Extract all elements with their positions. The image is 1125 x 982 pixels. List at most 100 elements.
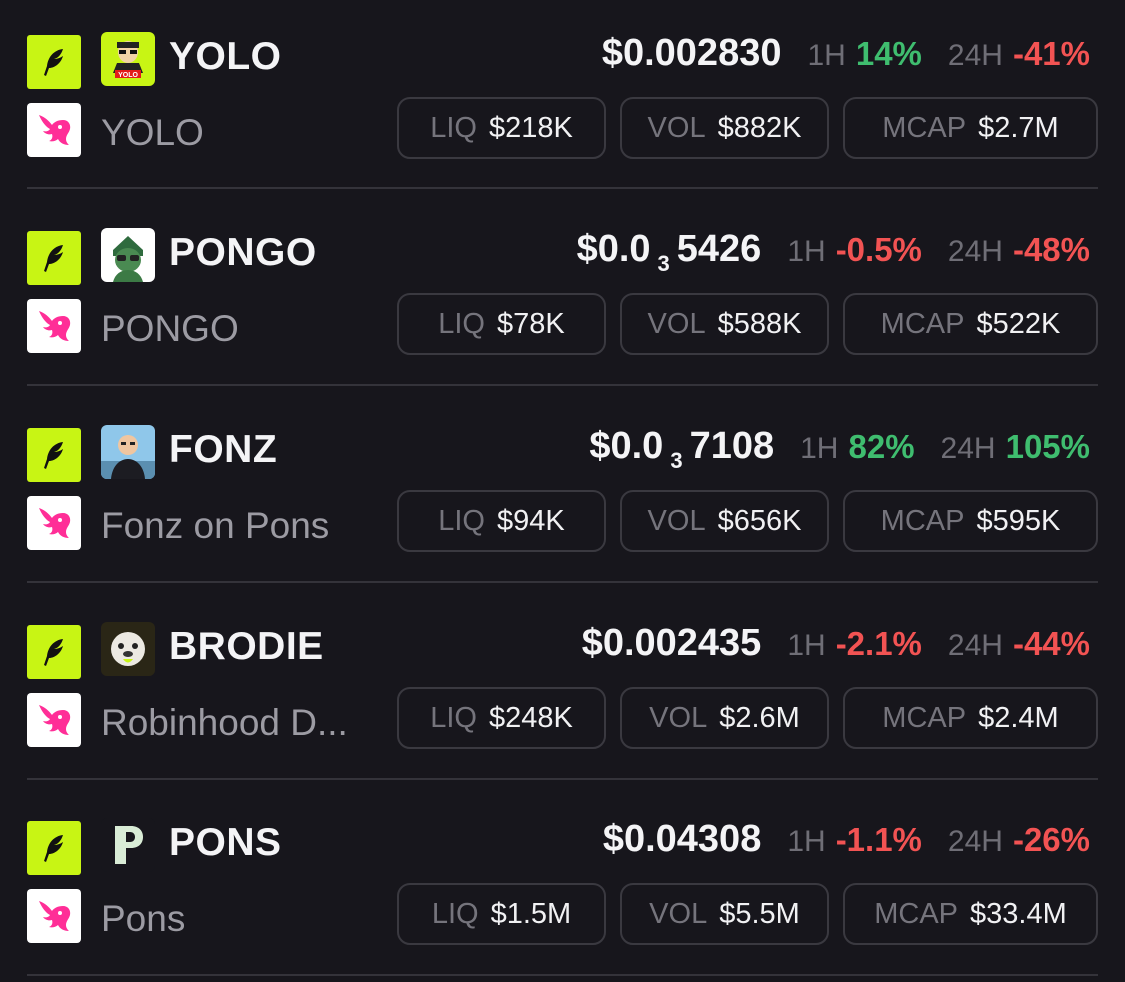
divider — [27, 778, 1098, 780]
feather-icon — [27, 231, 81, 285]
liq-label: LIQ — [430, 111, 477, 144]
brodie-avatar — [101, 622, 155, 676]
change-24h: -41% — [1012, 35, 1090, 72]
change-24h: 105% — [1005, 428, 1090, 465]
change-1h: -1.1% — [835, 821, 922, 858]
change-1h: -2.1% — [835, 625, 922, 662]
liq-value: $1.5M — [490, 897, 572, 930]
liq-value: $78K — [497, 307, 565, 340]
vol-value: $588K — [717, 307, 802, 340]
feather-icon — [27, 821, 81, 875]
vol-value: $656K — [717, 504, 802, 537]
timeframe-1h-label: 1H — [787, 629, 826, 662]
feather-icon — [27, 35, 81, 89]
pongo-avatar — [101, 228, 155, 282]
change-24h: -26% — [1012, 821, 1090, 858]
token-row[interactable]: YOLO YOLO YOLO $0.002830 1H 14% 24H -41%… — [0, 0, 1125, 196]
unicorn-icon — [27, 889, 81, 943]
price-tail: 7108 — [689, 425, 775, 467]
unicorn-icon — [27, 496, 81, 550]
liq-label: LIQ — [431, 897, 479, 930]
divider — [27, 581, 1098, 583]
price: $0.0 3 7108 — [589, 425, 774, 474]
price-main: $0.0 — [589, 425, 664, 467]
fonz-avatar — [101, 425, 155, 479]
liquidity-pill: LIQ $1.5M — [397, 883, 606, 945]
price-change-line: $0.002830 1H 14% 24H -41% — [602, 32, 1090, 78]
price: $0.0 3 5426 — [577, 228, 762, 277]
liquidity-pill: LIQ $94K — [397, 490, 606, 552]
price-change-line: $0.04308 1H -1.1% 24H -26% — [603, 818, 1090, 864]
token-list: YOLO YOLO YOLO $0.002830 1H 14% 24H -41%… — [0, 0, 1125, 979]
vol-label: VOL — [647, 111, 706, 144]
change-24h: -44% — [1012, 625, 1090, 662]
vol-value: $2.6M — [719, 701, 800, 734]
liquidity-pill: LIQ $248K — [397, 687, 606, 749]
timeframe-1h-label: 1H — [807, 39, 846, 72]
token-row[interactable]: PONS Pons $0.04308 1H -1.1% 24H -26% LIQ… — [0, 786, 1125, 982]
token-name: Robinhood D... — [101, 702, 348, 743]
token-symbol: BRODIE — [169, 625, 324, 668]
mcap-pill: MCAP $522K — [843, 293, 1098, 355]
timeframe-24h-label: 24H — [947, 39, 1003, 72]
vol-label: VOL — [649, 701, 708, 734]
token-name: YOLO — [101, 112, 204, 153]
token-row[interactable]: BRODIE Robinhood D... $0.002435 1H -2.1%… — [0, 590, 1125, 786]
feather-icon — [27, 625, 81, 679]
unicorn-icon — [27, 103, 81, 157]
timeframe-24h-label: 24H — [947, 629, 1003, 662]
timeframe-24h-label: 24H — [940, 432, 996, 465]
mcap-pill: MCAP $2.4M — [843, 687, 1098, 749]
liquidity-pill: LIQ $78K — [397, 293, 606, 355]
vol-label: VOL — [647, 504, 706, 537]
price-main: $0.002435 — [581, 622, 762, 664]
price-change-line: $0.002435 1H -2.1% 24H -44% — [582, 622, 1090, 668]
mcap-value: $2.7M — [978, 111, 1059, 144]
liq-label: LIQ — [438, 504, 485, 537]
change-1h: -0.5% — [835, 231, 922, 268]
pons-avatar — [101, 818, 155, 872]
mcap-value: $2.4M — [978, 701, 1059, 734]
volume-pill: VOL $588K — [620, 293, 829, 355]
mcap-value: $522K — [976, 307, 1061, 340]
price: $0.002830 — [602, 32, 782, 75]
divider — [27, 974, 1098, 976]
token-row[interactable]: FONZ Fonz on Pons $0.0 3 7108 1H 82% 24H 1… — [0, 393, 1125, 589]
volume-pill: VOL $5.5M — [620, 883, 829, 945]
mcap-label: MCAP — [882, 701, 967, 734]
liq-label: LIQ — [438, 307, 485, 340]
liquidity-pill: LIQ $218K — [397, 97, 606, 159]
mcap-label: MCAP — [880, 307, 965, 340]
feather-icon — [27, 428, 81, 482]
mcap-label: MCAP — [882, 111, 967, 144]
timeframe-1h-label: 1H — [787, 825, 826, 858]
liq-value: $94K — [497, 504, 565, 537]
token-row[interactable]: PONGO PONGO $0.0 3 5426 1H -0.5% 24H -48% … — [0, 196, 1125, 392]
vol-value: $882K — [717, 111, 802, 144]
svg-text:YOLO: YOLO — [118, 72, 138, 79]
liq-value: $218K — [488, 111, 573, 144]
token-symbol: FONZ — [169, 428, 278, 471]
volume-pill: VOL $2.6M — [620, 687, 829, 749]
price-tail: 5426 — [676, 228, 762, 270]
change-1h: 82% — [848, 428, 915, 465]
change-1h: 14% — [855, 35, 922, 72]
token-symbol: PONS — [169, 821, 282, 864]
vol-label: VOL — [649, 897, 708, 930]
yolo-avatar: YOLO — [101, 32, 155, 86]
token-name: Pons — [101, 898, 186, 939]
mcap-value: $595K — [976, 504, 1061, 537]
volume-pill: VOL $656K — [620, 490, 829, 552]
mcap-pill: MCAP $595K — [843, 490, 1098, 552]
mcap-label: MCAP — [874, 897, 959, 930]
mcap-pill: MCAP $2.7M — [843, 97, 1098, 159]
timeframe-1h-label: 1H — [787, 235, 826, 268]
price-main: $0.0 — [576, 228, 651, 270]
unicorn-icon — [27, 299, 81, 353]
token-symbol: PONGO — [169, 231, 317, 274]
price-main: $0.002830 — [601, 32, 782, 74]
mcap-pill: MCAP $33.4M — [843, 883, 1098, 945]
token-name: PONGO — [101, 308, 239, 349]
vol-label: VOL — [647, 307, 706, 340]
timeframe-24h-label: 24H — [947, 825, 1003, 858]
